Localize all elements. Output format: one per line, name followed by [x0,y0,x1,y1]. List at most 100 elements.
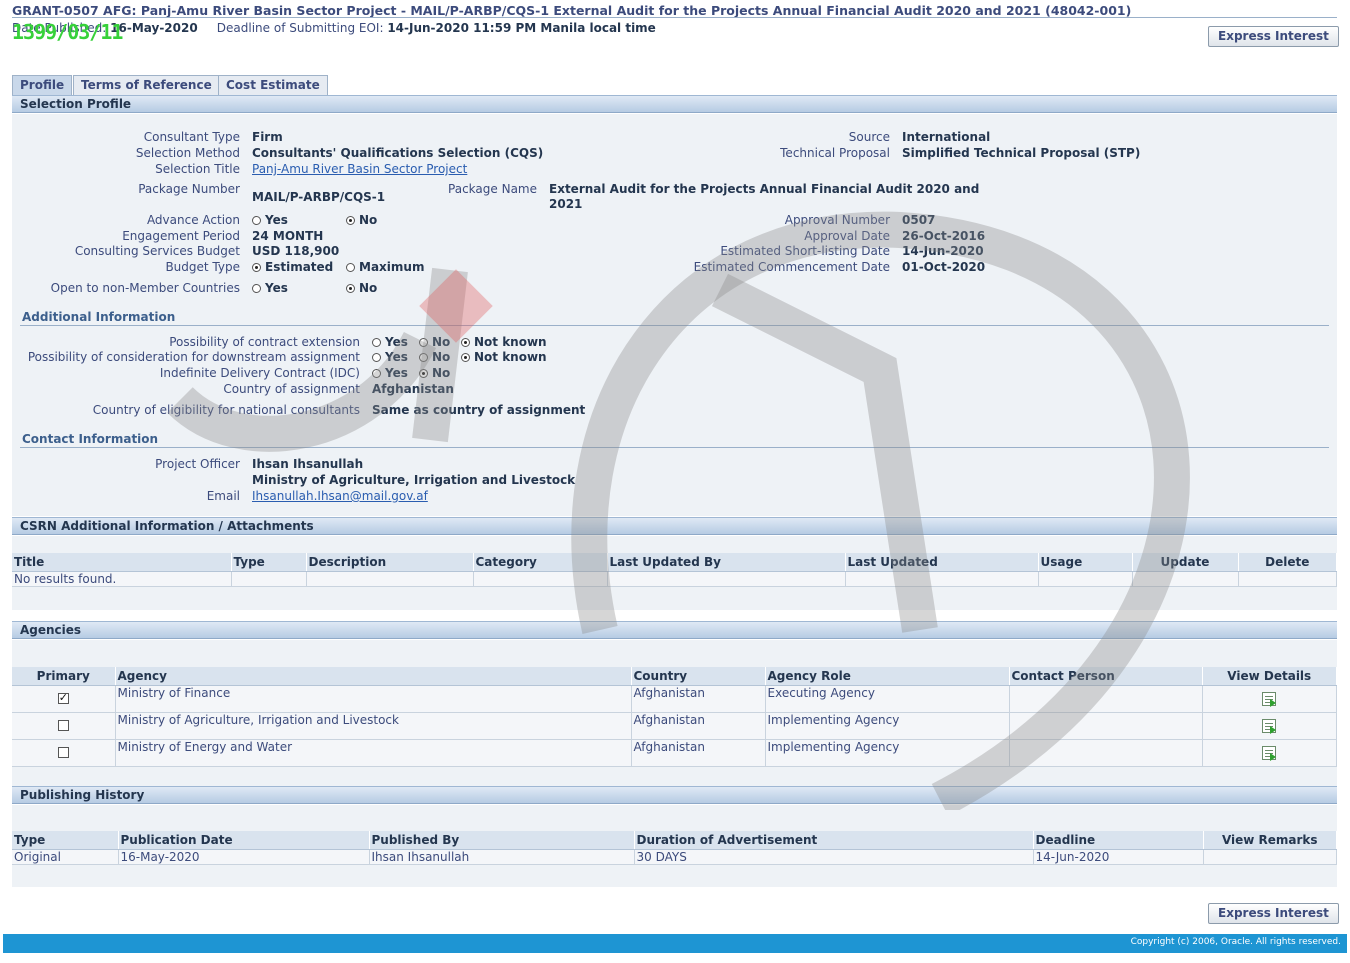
express-interest-button-bottom[interactable]: Express Interest [1208,903,1339,924]
country-of-assignment-value: Afghanistan [372,382,454,396]
contract-extension-label: Possibility of contract extension [169,335,360,349]
table-row: Ministry of Finance Afghanistan Executin… [12,685,1337,713]
agency-name: Ministry of Finance [115,685,632,713]
package-name-label: Package Name [448,182,537,196]
col-duration[interactable]: Duration of Advertisement [634,831,1034,850]
selection-method-label: Selection Method [135,146,240,160]
empty-message: No results found. [12,571,232,587]
commencement-date-value: 01-Oct-2020 [902,260,986,274]
col-last-updated-by[interactable]: Last Updated By [607,553,846,572]
budget-type-label: Budget Type [165,260,240,274]
additional-info-heading: Additional Information [22,310,176,324]
col-title[interactable]: Title [12,553,232,572]
downstream-not-known-radio[interactable]: Not known [461,350,547,364]
footer-bar: Copyright (c) 2006, Oracle. All rights r… [3,934,1347,953]
agency-country: Afghanistan [631,739,766,767]
commencement-date-label: Estimated Commencement Date [693,260,890,274]
col-type[interactable]: Type [231,553,307,572]
extension-not-known-radio[interactable]: Not known [461,335,547,349]
country-of-assignment-label: Country of assignment [223,382,360,396]
agency-role: Implementing Agency [765,712,1010,740]
approval-number-value: 0507 [902,213,936,227]
tab-profile[interactable]: Profile [12,75,73,95]
project-officer-label: Project Officer [155,457,240,471]
col-contact-person[interactable]: Contact Person [1009,667,1203,686]
primary-checkbox[interactable] [57,746,69,758]
email-label: Email [206,489,240,503]
col-publication-date[interactable]: Publication Date [118,831,370,850]
pub-deadline: 14-Jun-2020 [1033,849,1204,865]
agency-role: Implementing Agency [765,739,1010,767]
table-row: Ministry of Agriculture, Irrigation and … [12,712,1337,740]
eligibility-value: Same as country of assignment [372,403,586,417]
col-agency-role[interactable]: Agency Role [765,667,1010,686]
pub-type: Original [12,849,119,865]
col-last-updated[interactable]: Last Updated [845,553,1039,572]
extension-yes-radio[interactable]: Yes [372,335,408,349]
view-details-icon[interactable] [1262,691,1277,707]
package-number-value: MAIL/P-ARBP/CQS-1 [252,190,386,204]
budget-type-maximum-radio[interactable]: Maximum [346,260,424,274]
primary-checkbox[interactable] [57,719,69,731]
col-pub-type[interactable]: Type [12,831,119,850]
col-category[interactable]: Category [473,553,608,572]
col-deadline[interactable]: Deadline [1033,831,1204,850]
agency-name: Ministry of Energy and Water [115,739,632,767]
date-stamp-overlay: 1399/03/11 [12,20,123,44]
col-published-by[interactable]: Published By [369,831,635,850]
advance-action-no-radio[interactable]: No [346,213,377,227]
attachments-table: Title Type Description Category Last Upd… [12,553,1337,587]
approval-number-label: Approval Number [784,213,890,227]
view-details-icon[interactable] [1262,745,1277,761]
col-view-details: View Details [1202,667,1337,686]
open-non-member-no-radio[interactable]: No [346,281,377,295]
express-interest-button-top[interactable]: Express Interest [1208,26,1339,47]
engagement-period-value: 24 MONTH [252,229,324,243]
pub-duration: 30 DAYS [634,849,1034,865]
agency-country: Afghanistan [631,712,766,740]
deadline-label: Deadline of Submitting EOI: [216,21,384,35]
agency-contact [1009,739,1203,767]
col-usage[interactable]: Usage [1038,553,1133,572]
pub-date: 16-May-2020 [118,849,370,865]
col-agency[interactable]: Agency [115,667,632,686]
approval-date-value: 26-Oct-2016 [902,229,986,243]
idc-label: Indefinite Delivery Contract (IDC) [159,366,360,380]
source-label: Source [848,130,890,144]
selection-title-link[interactable]: Panj-Amu River Basin Sector Project [252,162,467,176]
page-title: GRANT-0507 AFG: Panj-Amu River Basin Sec… [12,3,1132,18]
agencies-heading: Agencies [20,623,82,637]
view-details-icon[interactable] [1262,718,1277,734]
title-divider [12,17,1337,18]
consultant-type-label: Consultant Type [143,130,240,144]
budget-value: USD 118,900 [252,244,340,258]
selection-method-value: Consultants' Qualifications Selection (C… [252,146,544,160]
open-non-member-yes-radio[interactable]: Yes [252,281,288,295]
agency-role: Executing Agency [765,685,1010,713]
eligibility-label: Country of eligibility for national cons… [92,403,360,417]
publishing-history-bar: Publishing History [12,786,1337,804]
primary-checkbox[interactable] [57,691,69,704]
attachments-bar: CSRN Additional Information / Attachment… [12,517,1337,535]
agencies-table: Primary Agency Country Agency Role Conta… [12,667,1337,767]
pub-remarks[interactable] [1203,849,1337,865]
advance-action-yes-radio[interactable]: Yes [252,213,288,227]
selection-profile-heading: Selection Profile [20,97,132,111]
additional-info-divider [20,325,1329,326]
idc-yes-radio[interactable]: Yes [372,366,408,380]
tab-cost-estimate[interactable]: Cost Estimate [218,75,328,95]
extension-no-radio[interactable]: No [419,335,450,349]
col-description[interactable]: Description [306,553,474,572]
downstream-yes-radio[interactable]: Yes [372,350,408,364]
tab-terms-of-reference[interactable]: Terms of Reference [73,75,220,95]
budget-type-estimated-radio[interactable]: Estimated [252,260,333,274]
idc-no-radio[interactable]: No [419,366,450,380]
technical-proposal-label: Technical Proposal [780,146,890,160]
shortlisting-date-label: Estimated Short-listing Date [720,244,890,258]
agency-country: Afghanistan [631,685,766,713]
selection-title-label: Selection Title [155,162,240,176]
col-country[interactable]: Country [631,667,766,686]
project-officer-name: Ihsan Ihsanullah [252,457,364,471]
downstream-no-radio[interactable]: No [419,350,450,364]
email-link[interactable]: Ihsanullah.Ihsan@mail.gov.af [252,489,428,503]
